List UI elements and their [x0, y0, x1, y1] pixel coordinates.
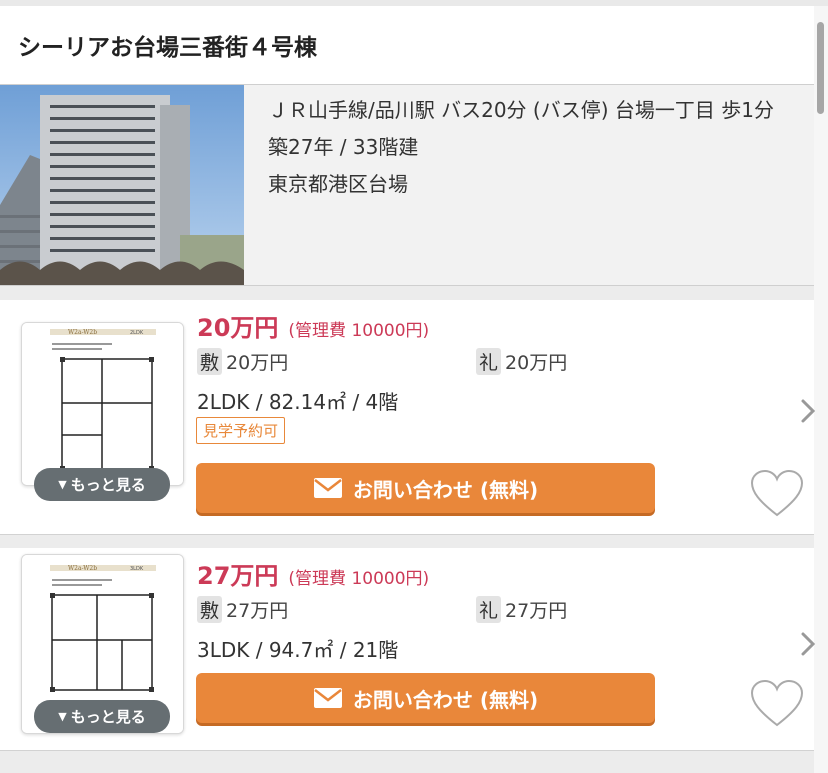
- building-age-floors: 築27年 / 33階建: [268, 135, 419, 159]
- deposit-label: 敷: [197, 348, 223, 375]
- building-access: ＪＲ山手線/品川駅 バス20分 (バス停) 台場一丁目 歩1分: [268, 98, 774, 122]
- more-button[interactable]: ▼ もっと見る: [34, 700, 170, 733]
- more-button[interactable]: ▼ もっと見る: [34, 468, 170, 501]
- price-row: 27万円 (管理費 10000円): [197, 556, 429, 591]
- header: シーリアお台場三番街４号棟: [0, 6, 814, 85]
- building-photo: [0, 85, 244, 285]
- scrollbar-track[interactable]: [814, 6, 828, 773]
- mail-icon: [313, 478, 342, 498]
- key-money: 礼 20万円: [476, 348, 567, 375]
- inquiry-button[interactable]: お問い合わせ (無料): [196, 673, 655, 723]
- caret-down-icon: ▼: [58, 478, 67, 491]
- deposit-value: 27万円: [226, 600, 289, 622]
- key-money-value: 27万円: [505, 600, 568, 622]
- inquiry-button[interactable]: お問い合わせ (無料): [196, 463, 655, 513]
- floorplan-title: W2a-W2b: [68, 565, 97, 572]
- floorplan-image[interactable]: W2a-W2b 2LDK: [21, 322, 184, 486]
- management-fee: (管理費 10000円): [288, 569, 430, 589]
- deposit: 敷 27万円: [197, 596, 288, 623]
- building-summary[interactable]: ＪＲ山手線/品川駅 バス20分 (バス停) 台場一丁目 歩1分 築27年 / 3…: [0, 85, 814, 286]
- deposit-value: 20万円: [226, 352, 289, 374]
- page-footer-strip: [0, 751, 814, 773]
- floorplan-title: W2a-W2b: [68, 329, 97, 336]
- rent-price: 20万円: [197, 314, 279, 342]
- heart-icon[interactable]: [749, 678, 805, 730]
- listing-card[interactable]: W2a-W2b 2LDK ▼ もっと見る 20万円 (管理費 10000円) 敷2…: [0, 300, 816, 535]
- key-money-value: 20万円: [505, 352, 568, 374]
- room-spec: 3LDK / 94.7㎡ / 21階: [197, 638, 399, 662]
- caret-down-icon: ▼: [58, 710, 67, 723]
- key-money-label: 礼: [476, 348, 502, 375]
- chevron-right-icon[interactable]: [800, 398, 816, 424]
- more-label: もっと見る: [70, 476, 146, 494]
- rent-price: 27万円: [197, 562, 279, 590]
- key-money: 礼 27万円: [476, 596, 567, 623]
- key-money-label: 礼: [476, 596, 502, 623]
- building-address: 東京都港区台場: [268, 172, 408, 196]
- more-label: もっと見る: [70, 708, 146, 726]
- heart-icon[interactable]: [749, 468, 805, 520]
- floorplan-type: 3LDK: [130, 566, 144, 572]
- chevron-right-icon[interactable]: [800, 631, 816, 657]
- listing-card[interactable]: W2a-W2b 3LDK ▼ もっと見る 27万円 (管理費 10000円) 敷2…: [0, 548, 816, 751]
- scrollbar-thumb[interactable]: [817, 22, 824, 114]
- viewing-tag: 見学予約可: [196, 417, 286, 444]
- mail-icon: [313, 688, 342, 708]
- inquiry-label: お問い合わせ (無料): [352, 477, 539, 502]
- inquiry-label: お問い合わせ (無料): [352, 687, 539, 712]
- management-fee: (管理費 10000円): [288, 321, 430, 341]
- room-spec: 2LDK / 82.14㎡ / 4階: [197, 390, 399, 414]
- floorplan-type: 2LDK: [130, 330, 144, 336]
- deposit-label: 敷: [197, 596, 223, 623]
- page-title: シーリアお台場三番街４号棟: [18, 35, 317, 61]
- price-row: 20万円 (管理費 10000円): [197, 308, 429, 343]
- deposit: 敷 20万円: [197, 348, 288, 375]
